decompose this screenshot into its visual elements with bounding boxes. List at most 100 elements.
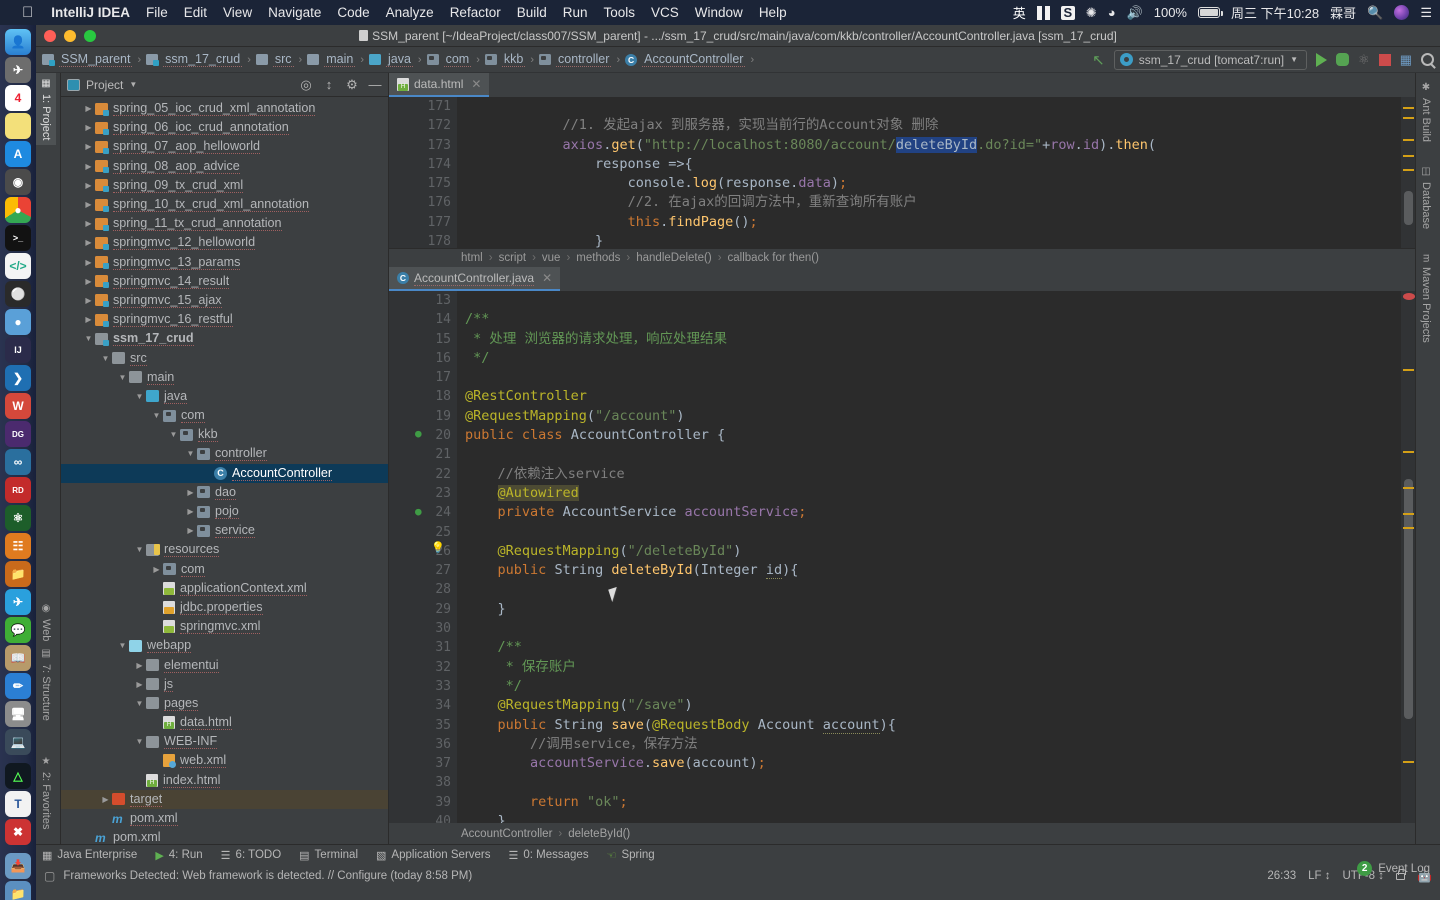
tree-item-spring-08-aop-advice[interactable]: ▶ spring_08_aop_advice: [61, 157, 388, 176]
dock-redis-icon[interactable]: RD: [5, 477, 31, 503]
menu-item-run[interactable]: Run: [563, 5, 588, 20]
dock-navicat-icon[interactable]: ∞: [5, 449, 31, 475]
tab-data-html[interactable]: data.html ✕: [389, 73, 490, 97]
menu-item-edit[interactable]: Edit: [184, 5, 207, 20]
chevron-right-icon[interactable]: ▶: [184, 507, 197, 516]
chevron-right-icon[interactable]: ▶: [82, 277, 95, 286]
chevron-right-icon[interactable]: ▶: [82, 181, 95, 190]
dock-activity-monitor-icon[interactable]: △: [5, 763, 31, 789]
menu-item-view[interactable]: View: [223, 5, 252, 20]
menu-item-navigate[interactable]: Navigate: [268, 5, 321, 20]
tree-item-web-xml[interactable]: web.xml: [61, 751, 388, 770]
dock-intellij-icon[interactable]: IJ: [5, 337, 31, 363]
tree-item-js[interactable]: ▶ js: [61, 675, 388, 694]
chevron-right-icon[interactable]: ▶: [82, 200, 95, 209]
flag-icon[interactable]: [1036, 5, 1050, 20]
tool-button-todo[interactable]: ☰ 6: TODO: [221, 849, 281, 862]
clock[interactable]: 周三 下午10:28: [1231, 3, 1319, 22]
tree-item-springmvc-xml[interactable]: springmvc.xml: [61, 617, 388, 636]
dock-webstorm-icon[interactable]: W: [5, 393, 31, 419]
tree-item-spring-09-tx-crud-xml[interactable]: ▶ spring_09_tx_crud_xml: [61, 176, 388, 195]
battery-icon[interactable]: [1197, 7, 1223, 18]
chevron-right-icon[interactable]: ▶: [82, 162, 95, 171]
event-log-button[interactable]: 2 Event Log: [1357, 861, 1430, 876]
menu-item-tools[interactable]: Tools: [604, 5, 636, 20]
project-tree[interactable]: ▶ spring_05_ioc_crud_xml_annotation ▶ sprin…: [61, 97, 388, 844]
chevron-right-icon[interactable]: ▶: [99, 795, 112, 804]
dock-notes-icon[interactable]: [5, 113, 31, 139]
chevron-down-icon[interactable]: ▼: [184, 449, 197, 458]
user-name[interactable]: 霖哥: [1330, 3, 1356, 22]
maximize-button[interactable]: [84, 29, 96, 42]
menu-item-window[interactable]: Window: [695, 5, 743, 20]
sidebar-item-database[interactable]: ◫ Database: [1420, 161, 1432, 234]
tree-item-springmvc-15-ajax[interactable]: ▶ springmvc_15_ajax: [61, 291, 388, 310]
chevron-right-icon[interactable]: ▶: [82, 296, 95, 305]
dock-safari-icon[interactable]: ◉: [5, 169, 31, 195]
code-viewport-bottom[interactable]: ● ● 💡 13 14 15 16 17 18 19 20 21 22 23 24 25 26 27 28 29…: [389, 291, 1415, 823]
tree-item-pojo[interactable]: ▶ pojo: [61, 502, 388, 521]
hide-panel-icon[interactable]: —: [368, 77, 382, 92]
code-viewport-top[interactable]: 171 172 173 174 175 176 177 178 //1. 发起ajax 到服务…: [389, 97, 1415, 248]
menu-item-help[interactable]: Help: [759, 5, 787, 20]
breadcrumb-segment[interactable]: html: [461, 252, 483, 264]
chevron-down-icon[interactable]: ▼: [133, 737, 146, 746]
breadcrumb-segment[interactable]: deleteById(): [568, 828, 630, 840]
spotlight-search-icon[interactable]: 🔍: [1367, 5, 1383, 21]
menu-item-analyze[interactable]: Analyze: [386, 5, 434, 20]
sidebar-item-favorites[interactable]: ★ 2: Favorites: [40, 751, 52, 834]
dock-mindmap-icon[interactable]: ☷: [5, 533, 31, 559]
chevron-right-icon[interactable]: ▶: [82, 219, 95, 228]
dock-chrome-icon[interactable]: ●: [5, 197, 31, 223]
bluetooth-icon[interactable]: ✺: [1086, 5, 1097, 21]
chevron-down-icon[interactable]: ▼: [133, 392, 146, 401]
tree-item-springmvc-12-helloworld[interactable]: ▶ springmvc_12_helloworld: [61, 233, 388, 252]
tree-item-data-html[interactable]: data.html: [61, 713, 388, 732]
dock-preview-icon[interactable]: ●: [5, 309, 31, 335]
tree-item-ssm-17-crud[interactable]: ▼ ssm_17_crud: [61, 329, 388, 348]
chevron-right-icon[interactable]: ▶: [150, 565, 163, 574]
breadcrumb-segment[interactable]: script: [499, 252, 526, 264]
chevron-down-icon[interactable]: ▼: [167, 430, 180, 439]
tree-item-pages[interactable]: ▼ pages: [61, 694, 388, 713]
chevron-down-icon[interactable]: ▼: [133, 699, 146, 708]
tree-item-service[interactable]: ▶ service: [61, 521, 388, 540]
breadcrumb-segment[interactable]: methods: [576, 252, 620, 264]
dock-snipaste-icon[interactable]: ✏: [5, 673, 31, 699]
minimize-button[interactable]: [64, 29, 76, 42]
breadcrumb-ssm-17-crud[interactable]: ssm_17_crud ›: [146, 52, 256, 67]
menu-item-vcs[interactable]: VCS: [651, 5, 679, 20]
tree-item-web-inf[interactable]: ▼ WEB-INF: [61, 732, 388, 751]
debug-button[interactable]: [1336, 53, 1350, 66]
siri-icon[interactable]: [1394, 5, 1410, 20]
chevron-right-icon[interactable]: ▶: [82, 104, 95, 113]
chevron-right-icon[interactable]: ▶: [184, 526, 197, 535]
menu-item-build[interactable]: Build: [517, 5, 547, 20]
sidebar-item-ant-build[interactable]: ✱ Ant Build: [1420, 77, 1432, 147]
dock-downloads-icon[interactable]: 📥: [5, 853, 31, 879]
tab-accountcontroller-java[interactable]: C AccountController.java ✕: [389, 267, 561, 291]
tree-item-target[interactable]: ▶ target: [61, 789, 388, 809]
project-structure-button[interactable]: ▦: [1400, 52, 1412, 68]
chevron-right-icon[interactable]: ▶: [82, 315, 95, 324]
caret-position[interactable]: 26:33: [1267, 870, 1296, 882]
back-arrow-icon[interactable]: ↖: [1092, 51, 1105, 69]
chevron-right-icon[interactable]: ▶: [82, 123, 95, 132]
breadcrumb-java[interactable]: java ›: [368, 52, 427, 67]
chevron-down-icon[interactable]: ▼: [99, 354, 112, 363]
run-configuration-selector[interactable]: ssm_17_crud [tomcat7:run] ▼: [1113, 49, 1308, 70]
tree-item-webapp[interactable]: ▼ webapp: [61, 636, 388, 655]
tree-item-com[interactable]: ▼ com: [61, 406, 388, 425]
dock-telegram-icon[interactable]: ✈: [5, 589, 31, 615]
sidebar-item-structure[interactable]: ▤ 7: Structure: [40, 643, 52, 726]
tree-item-controller[interactable]: ▼ controller: [61, 444, 388, 463]
tree-item-java[interactable]: ▼ java: [61, 387, 388, 406]
tool-button-java-enterprise[interactable]: ▦ Java Enterprise: [42, 849, 137, 862]
dock-word-icon[interactable]: T: [5, 791, 31, 817]
chevron-right-icon[interactable]: ▶: [82, 142, 95, 151]
dock-book-icon[interactable]: 📖: [5, 645, 31, 671]
dock-wechat-icon[interactable]: 💬: [5, 617, 31, 643]
scrollbar-top[interactable]: [1401, 97, 1415, 248]
tree-item-elementui[interactable]: ▶ elementui: [61, 655, 388, 674]
menu-item-code[interactable]: Code: [337, 5, 369, 20]
